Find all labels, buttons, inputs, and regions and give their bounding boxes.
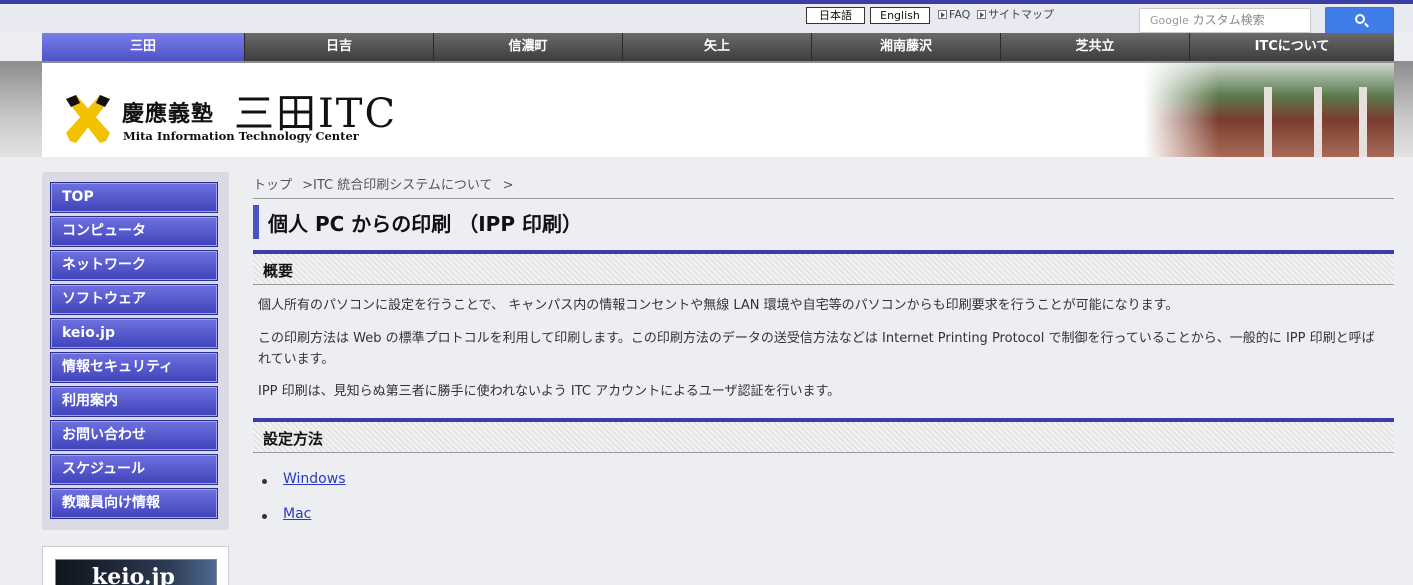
breadcrumb-itc-print[interactable]: >ITC 統合印刷システムについて bbox=[302, 178, 492, 193]
sidebar-item-network[interactable]: ネットワーク bbox=[50, 250, 218, 281]
sidebar-item-computer[interactable]: コンピュータ bbox=[50, 216, 218, 247]
photo-column bbox=[1359, 87, 1367, 157]
page-title: 個人 PC からの印刷 （IPP 印刷） bbox=[268, 212, 582, 236]
sidebar-item-guide[interactable]: 利用案内 bbox=[50, 386, 218, 417]
sidebar-banner-box: keio.jp bbox=[42, 546, 229, 585]
nav-item-sfc[interactable]: 湘南藤沢 bbox=[812, 33, 1001, 61]
logo-university-name: 慶應義塾 bbox=[122, 101, 215, 127]
overview-paragraph: IPP 印刷は、見知らぬ第三者に勝手に使われないよう ITC アカウントによるユ… bbox=[258, 384, 841, 399]
site-banner: 慶應義塾 三田ITC Mita Information Technology C… bbox=[42, 63, 1394, 157]
sidebar-item-top[interactable]: TOP bbox=[50, 182, 218, 213]
overview-paragraph: 個人所有のパソコンに設定を行うことで、 キャンパス内の情報コンセントや無線 LA… bbox=[258, 298, 1179, 313]
overview-paragraph: この印刷方法は Web の標準プロトコルを利用して印刷します。この印刷方法のデー… bbox=[258, 331, 1375, 367]
pen-logo-icon[interactable] bbox=[62, 93, 114, 145]
lang-japanese-button[interactable]: 日本語 bbox=[806, 7, 865, 24]
sitemap-label: サイトマップ bbox=[988, 8, 1054, 21]
breadcrumb: トップ >ITC 統合印刷システムについて > bbox=[253, 174, 520, 193]
sidebar-item-contact[interactable]: お問い合わせ bbox=[50, 420, 218, 451]
photo-column bbox=[1264, 87, 1272, 157]
breadcrumb-divider bbox=[253, 198, 1394, 199]
nav-item-yagami[interactable]: 矢上 bbox=[623, 33, 812, 61]
section-heading-label: 概要 bbox=[263, 262, 294, 280]
sidebar-item-keiojp[interactable]: keio.jp bbox=[50, 318, 218, 349]
search-placeholder: カスタム検索 bbox=[1192, 13, 1265, 27]
sidebar: TOP コンピュータ ネットワーク ソフトウェア keio.jp 情報セキュリテ… bbox=[42, 172, 229, 530]
bullet-icon bbox=[262, 479, 267, 484]
bullet-icon bbox=[262, 514, 267, 519]
breadcrumb-top[interactable]: トップ bbox=[253, 178, 292, 193]
mac-setup-link[interactable]: Mac bbox=[283, 506, 311, 522]
nav-item-about-itc[interactable]: ITCについて bbox=[1190, 33, 1394, 61]
sidebar-item-software[interactable]: ソフトウェア bbox=[50, 284, 218, 315]
lang-english-button[interactable]: English bbox=[870, 7, 930, 24]
campus-photo bbox=[1144, 63, 1394, 157]
windows-setup-link[interactable]: Windows bbox=[283, 471, 346, 487]
logo-english-name: Mita Information Technology Center bbox=[123, 129, 359, 143]
search-button[interactable] bbox=[1325, 7, 1394, 34]
breadcrumb-separator: > bbox=[502, 178, 514, 193]
arrow-icon bbox=[977, 10, 986, 19]
search-icon bbox=[1355, 14, 1365, 24]
search-input[interactable]: Google カスタム検索 bbox=[1139, 8, 1311, 33]
keiojp-banner[interactable]: keio.jp bbox=[55, 559, 217, 585]
sitemap-link[interactable]: サイトマップ bbox=[977, 8, 1054, 22]
sidebar-item-security[interactable]: 情報セキュリティ bbox=[50, 352, 218, 383]
faq-link[interactable]: FAQ bbox=[938, 8, 970, 22]
nav-item-mita[interactable]: 三田 bbox=[42, 33, 245, 61]
nav-item-shinanomachi[interactable]: 信濃町 bbox=[434, 33, 623, 61]
section-heading-setup: 設定方法 bbox=[253, 418, 1394, 453]
sidebar-item-staff[interactable]: 教職員向け情報 bbox=[50, 488, 218, 519]
search-brand: Google bbox=[1150, 14, 1189, 27]
campus-nav: 三田 日吉 信濃町 矢上 湘南藤沢 芝共立 ITCについて bbox=[42, 33, 1394, 61]
title-accent-bar bbox=[253, 205, 259, 239]
nav-item-hiyoshi[interactable]: 日吉 bbox=[245, 33, 434, 61]
section-heading-overview: 概要 bbox=[253, 250, 1394, 285]
sidebar-item-schedule[interactable]: スケジュール bbox=[50, 454, 218, 485]
faq-label: FAQ bbox=[949, 8, 971, 21]
photo-column bbox=[1314, 87, 1322, 157]
nav-item-shibakyoritsu[interactable]: 芝共立 bbox=[1001, 33, 1190, 61]
arrow-icon bbox=[938, 10, 947, 19]
section-heading-label: 設定方法 bbox=[263, 430, 324, 448]
